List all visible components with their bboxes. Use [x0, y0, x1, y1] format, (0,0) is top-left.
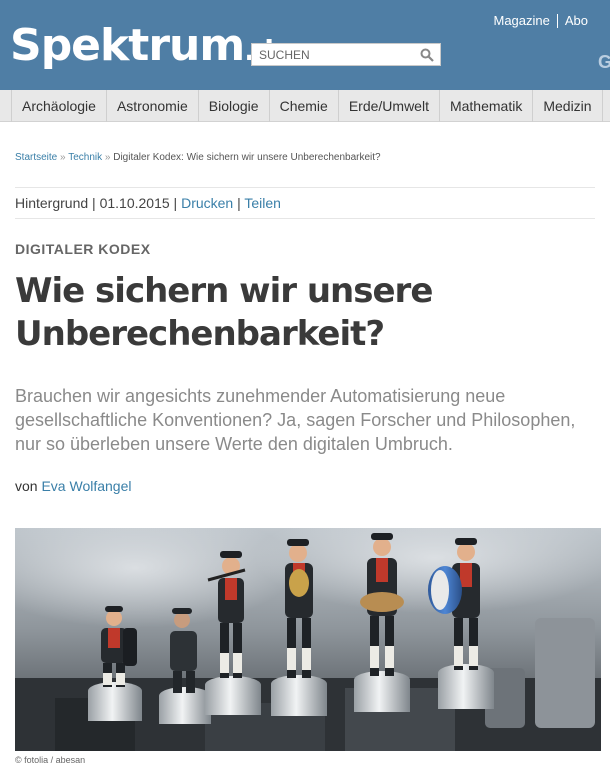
share-link[interactable]: Teilen	[244, 195, 281, 211]
nav-item-archaeologie[interactable]: Archäologie	[11, 90, 106, 122]
nav-item-biologie[interactable]: Biologie	[197, 90, 269, 122]
author-link[interactable]: Eva Wolfangel	[41, 478, 131, 494]
top-links: Magazine Abo	[486, 14, 610, 28]
byline: von Eva Wolfangel	[15, 478, 131, 494]
search-input[interactable]	[252, 44, 412, 65]
breadcrumb-separator: »	[104, 152, 111, 163]
category-nav: Archäologie Astronomie Biologie Chemie E…	[0, 90, 610, 122]
magazine-link[interactable]: Magazine	[486, 14, 556, 28]
site-logo[interactable]: Spektrum.de	[10, 20, 292, 77]
print-link[interactable]: Drucken	[181, 195, 233, 211]
logo-main: Spektrum	[10, 20, 245, 71]
nav-item-mathematik[interactable]: Mathematik	[438, 90, 532, 122]
article-meta: Hintergrund | 01.10.2015 | Drucken | Tei…	[15, 187, 595, 219]
image-credit: © fotolia / abesan	[15, 755, 86, 765]
nav-item-chemie[interactable]: Chemie	[268, 90, 338, 122]
breadcrumb-current: Digitaler Kodex: Wie sichern wir unsere …	[113, 152, 381, 163]
breadcrumb: Startseite » Technik » Digitaler Kodex: …	[15, 152, 381, 163]
hero-image	[15, 528, 601, 751]
article-kicker: DIGITALER KODEX	[15, 241, 151, 257]
article-date: 01.10.2015	[99, 195, 170, 211]
breadcrumb-separator: »	[60, 152, 66, 163]
article-teaser: Brauchen wir angesichts zunehmender Auto…	[15, 386, 576, 454]
breadcrumb-technik[interactable]: Technik	[68, 152, 102, 163]
nav-item-medizin[interactable]: Medizin	[532, 90, 603, 122]
cut-off-header-text: G	[598, 52, 610, 72]
breadcrumb-home[interactable]: Startseite	[15, 152, 57, 163]
article-headline: Wie sichern wir unsere Unberechenbarkeit…	[15, 271, 433, 354]
nav-item-astronomie[interactable]: Astronomie	[105, 90, 198, 122]
article-type: Hintergrund	[15, 195, 89, 211]
site-header: Spektrum.de Magazine Abo G	[0, 0, 610, 90]
search-icon[interactable]	[420, 48, 434, 62]
abo-link[interactable]: Abo	[556, 14, 595, 28]
search-box	[251, 43, 441, 66]
nav-item-erde-umwelt[interactable]: Erde/Umwelt	[337, 90, 439, 122]
byline-label: von	[15, 478, 38, 494]
